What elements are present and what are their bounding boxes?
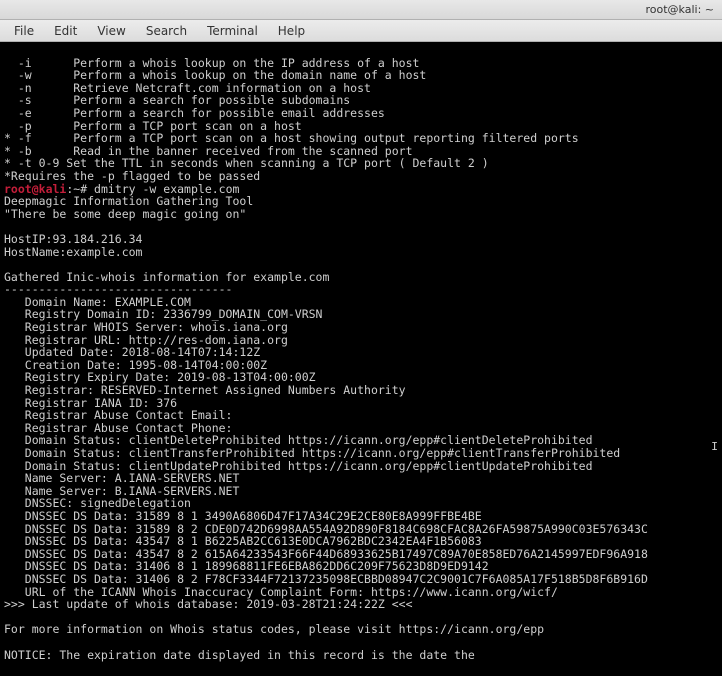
menu-file[interactable]: File [4, 22, 44, 40]
menu-search[interactable]: Search [136, 22, 197, 40]
footer-line: For more information on Whois status cod… [4, 622, 544, 636]
host-info-line: HostName:example.com [4, 245, 142, 259]
menubar: File Edit View Search Terminal Help [0, 20, 722, 42]
whois-line: >>> Last update of whois database: 2019-… [4, 597, 413, 611]
menu-help[interactable]: Help [268, 22, 315, 40]
menu-edit[interactable]: Edit [44, 22, 87, 40]
menu-terminal[interactable]: Terminal [197, 22, 268, 40]
text-cursor-icon: I [711, 442, 718, 455]
window-title: root@kali: ~ [645, 3, 714, 16]
footer-line: NOTICE: The expiration date displayed in… [4, 648, 475, 662]
window-titlebar: root@kali: ~ [0, 0, 722, 20]
terminal-area[interactable]: -i Perform a whois lookup on the IP addr… [0, 42, 722, 676]
menu-view[interactable]: View [87, 22, 135, 40]
tool-header-line: "There be some deep magic going on" [4, 207, 246, 221]
